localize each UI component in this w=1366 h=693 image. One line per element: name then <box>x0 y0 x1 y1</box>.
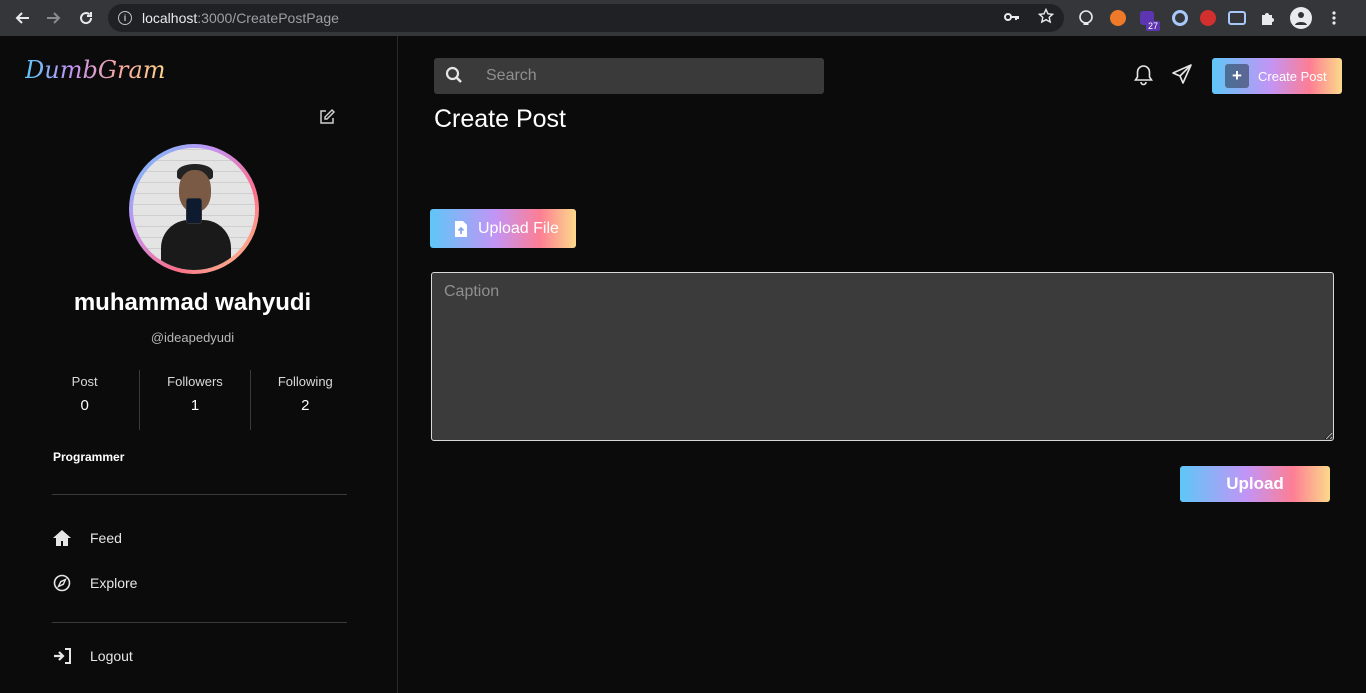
upload-file-label: Upload File <box>478 219 559 237</box>
puzzle-extensions-icon[interactable] <box>1258 8 1278 28</box>
browser-toolbar: i localhost:3000/CreatePostPage 27 <box>0 0 1366 36</box>
ring-extension-icon[interactable] <box>1172 10 1188 26</box>
home-icon <box>52 528 72 548</box>
sidebar-divider <box>52 622 347 623</box>
app-logo[interactable]: DumbGram <box>25 56 166 84</box>
file-upload-icon <box>454 220 468 238</box>
search-icon <box>445 66 465 86</box>
sidebar-item-label: Explore <box>90 575 138 591</box>
back-icon[interactable] <box>6 2 38 34</box>
address-bar[interactable]: i localhost:3000/CreatePostPage <box>108 4 1064 32</box>
site-info-icon[interactable]: i <box>118 11 132 25</box>
sidebar-divider <box>52 494 347 495</box>
bookmark-star-icon[interactable] <box>1037 7 1055 28</box>
stat-post[interactable]: Post 0 <box>30 370 141 430</box>
plus-icon: + <box>1225 64 1249 88</box>
avatar-photo <box>133 148 255 270</box>
sidebar-item-explore[interactable]: Explore <box>52 573 137 593</box>
upload-file-button[interactable]: Upload File <box>430 209 576 248</box>
page-title: Create Post <box>434 105 567 133</box>
sidebar: DumbGram muhammad wahyudi @ideapedyudi P… <box>0 36 398 693</box>
create-post-label: Create Post <box>1258 68 1327 84</box>
stat-value: 2 <box>301 397 310 414</box>
compass-icon <box>52 573 72 593</box>
search-input[interactable] <box>486 67 806 85</box>
kebab-menu-icon[interactable] <box>1324 8 1344 28</box>
reload-icon[interactable] <box>70 2 102 34</box>
stat-value: 1 <box>190 397 200 414</box>
purple-extension-icon[interactable]: 27 <box>1140 11 1160 31</box>
logout-label: Logout <box>90 648 133 664</box>
profile-stats: Post 0 Followers 1 Following 2 <box>30 370 360 430</box>
screen-extension-icon[interactable] <box>1228 11 1246 25</box>
forward-icon[interactable] <box>38 2 70 34</box>
stat-label: Post <box>71 374 98 389</box>
avatar <box>129 144 259 274</box>
stat-value: 0 <box>80 397 89 414</box>
stat-following[interactable]: Following 2 <box>251 370 360 430</box>
edit-profile-icon[interactable] <box>318 108 336 126</box>
url-host: localhost <box>142 10 198 26</box>
logout-icon <box>52 646 72 666</box>
notification-bell-icon[interactable] <box>1133 64 1154 86</box>
user-handle: @ideapedyudi <box>150 330 235 345</box>
upload-button[interactable]: Upload <box>1180 466 1330 502</box>
send-message-icon[interactable] <box>1171 63 1193 85</box>
caption-field[interactable] <box>431 272 1334 441</box>
stat-label: Following <box>277 374 333 389</box>
stat-followers[interactable]: Followers 1 <box>140 370 251 430</box>
search-bar <box>434 58 824 94</box>
logout-button[interactable]: Logout <box>52 646 133 666</box>
create-post-button[interactable]: + Create Post <box>1212 58 1342 94</box>
url-path: :3000/CreatePostPage <box>197 10 339 26</box>
stop-hand-extension-icon[interactable] <box>1200 10 1216 26</box>
bulb-extension-icon[interactable] <box>1076 8 1096 28</box>
stat-label: Followers <box>167 374 223 389</box>
sidebar-item-label: Feed <box>90 530 122 546</box>
sidebar-item-feed[interactable]: Feed <box>52 528 122 548</box>
extension-badge: 27 <box>1145 21 1160 31</box>
profile-avatar-icon[interactable] <box>1290 7 1312 29</box>
orange-extension-icon[interactable] <box>1110 10 1126 26</box>
key-icon[interactable] <box>1004 10 1020 27</box>
user-name: muhammad wahyudi <box>73 289 312 316</box>
user-bio: Programmer <box>53 450 125 464</box>
